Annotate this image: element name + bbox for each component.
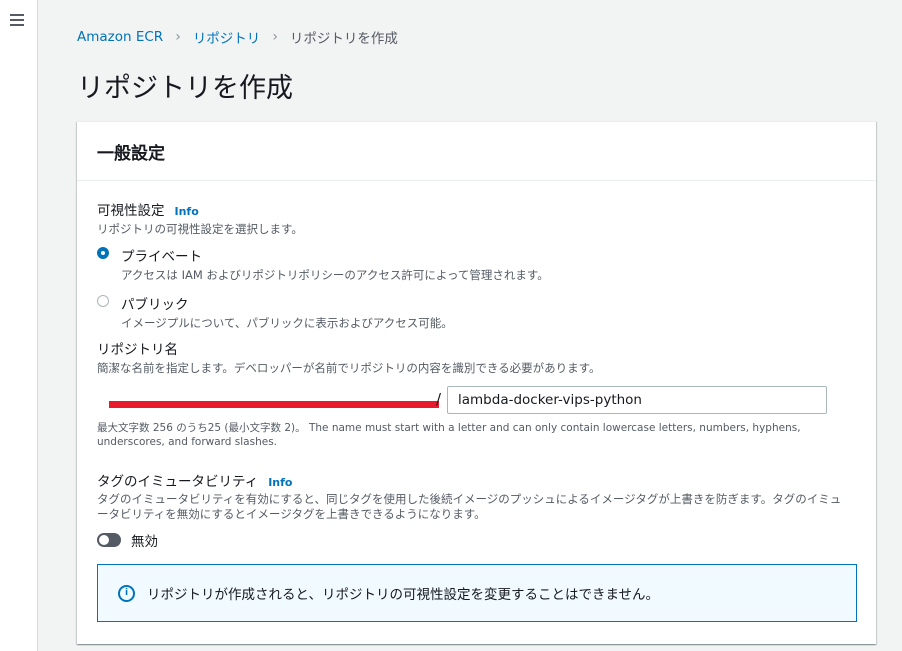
tag-immutability-description: タグのイミュータビリティを有効にすると、同じタグを使用した後続イメージのプッシュ… <box>97 492 842 521</box>
radio-private[interactable] <box>97 247 109 259</box>
general-settings-panel: 一般設定 可視性設定 Info リポジトリの可視性設定を選択します。 プライベー… <box>77 121 876 644</box>
repository-name-description: 簡潔な名前を指定します。デベロッパーが名前でリポジトリの内容を識別できる必要があ… <box>97 361 601 375</box>
visibility-section: 可視性設定 Info リポジトリの可視性設定を選択します。 プライベート アクセ… <box>97 199 856 331</box>
toggle-knob <box>99 534 109 545</box>
radio-public-label: パブリック <box>121 297 189 313</box>
tag-immutability-toggle[interactable] <box>97 532 121 547</box>
radio-private-label: プライベート <box>121 249 202 265</box>
breadcrumb-current: リポジトリを作成 <box>289 31 398 47</box>
chevron-right-icon: › <box>175 29 181 45</box>
uri-separator: / <box>435 390 441 408</box>
breadcrumb: Amazon ECR › リポジトリ › リポジトリを作成 <box>77 27 398 47</box>
left-nav-rail <box>0 0 38 651</box>
chevron-right-icon: › <box>272 29 278 45</box>
tag-immutability-label: タグのイミュータビリティ <box>97 474 259 490</box>
visibility-info-link[interactable]: Info <box>175 205 199 218</box>
panel-header: 一般設定 <box>77 122 876 181</box>
tag-immutability-toggle-label: 無効 <box>131 533 158 550</box>
alert-text: リポジトリが作成されると、リポジトリの可視性設定を変更することはできません。 <box>147 587 660 603</box>
breadcrumb-link-repositories[interactable]: リポジトリ <box>193 27 261 47</box>
breadcrumb-link-ecr[interactable]: Amazon ECR <box>77 29 163 45</box>
repository-name-section: リポジトリ名 簡潔な名前を指定します。デベロッパーが名前でリポジトリの内容を識別… <box>97 338 856 449</box>
menu-icon[interactable] <box>10 14 24 26</box>
repository-name-input[interactable] <box>447 386 827 414</box>
page-title: リポジトリを作成 <box>77 73 293 104</box>
tag-immutability-info-link[interactable]: Info <box>268 476 292 489</box>
radio-public-description: イメージプルについて、パブリックに表示およびアクセス可能。 <box>121 316 453 330</box>
redaction-bar <box>109 401 439 408</box>
redacted-registry-uri: / <box>97 390 441 410</box>
radio-option-private[interactable]: プライベート アクセスは IAM およびリポジトリポリシーのアクセス許可によって… <box>97 245 856 283</box>
info-icon: i <box>118 584 135 602</box>
tag-immutability-section: タグのイミュータビリティ Info タグのイミュータビリティを有効にすると、同じ… <box>97 470 856 550</box>
repository-name-label: リポジトリ名 <box>97 342 178 358</box>
visibility-description: リポジトリの可視性設定を選択します。 <box>97 222 303 236</box>
repository-name-constraint: 最大文字数 256 のうち25 (最小文字数 2)。 The name must… <box>97 422 801 448</box>
radio-public[interactable] <box>97 295 109 307</box>
panel-title: 一般設定 <box>97 143 165 164</box>
info-alert: i リポジトリが作成されると、リポジトリの可視性設定を変更することはできません。 <box>97 564 857 622</box>
visibility-label: 可視性設定 <box>97 203 165 219</box>
radio-option-public[interactable]: パブリック イメージプルについて、パブリックに表示およびアクセス可能。 <box>97 293 856 331</box>
radio-private-description: アクセスは IAM およびリポジトリポリシーのアクセス許可によって管理されます。 <box>121 268 549 282</box>
